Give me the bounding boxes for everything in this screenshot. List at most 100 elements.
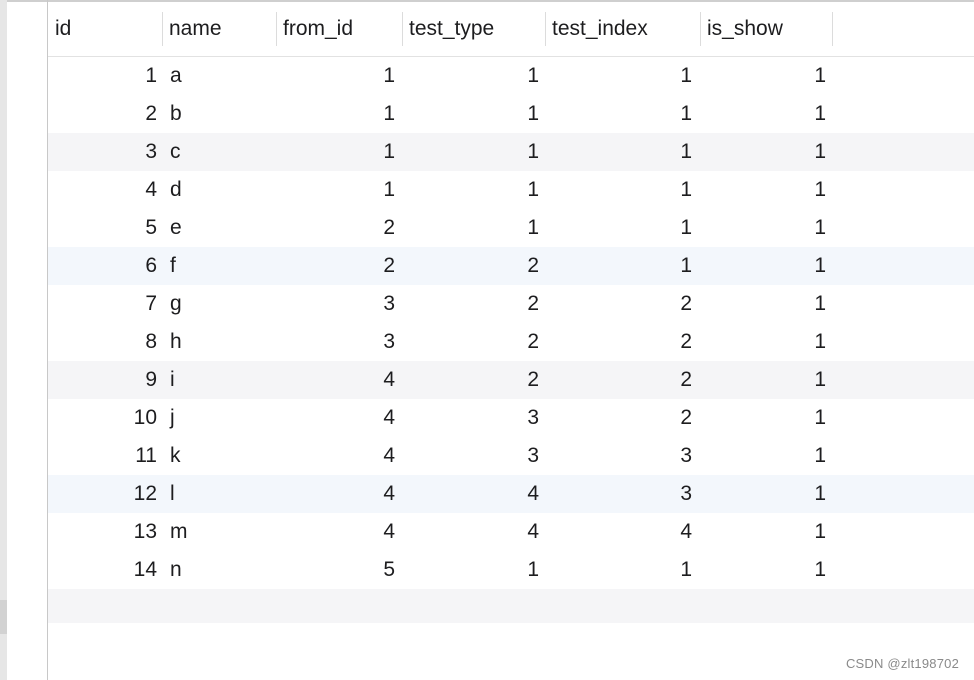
cell-test-index[interactable]: 1 xyxy=(545,209,692,247)
cell-test-index[interactable]: 2 xyxy=(545,361,692,399)
cell-name[interactable]: e xyxy=(163,209,273,247)
table-row[interactable]: 9 i 4 2 2 1 xyxy=(48,361,974,399)
cell-name[interactable]: m xyxy=(163,513,273,551)
cell-is-show[interactable]: 1 xyxy=(700,399,826,437)
cell-test-index[interactable]: 2 xyxy=(545,323,692,361)
cell-test-index[interactable]: 3 xyxy=(545,437,692,475)
cell-test-type[interactable]: 4 xyxy=(402,475,539,513)
column-header-test-index[interactable]: test_index xyxy=(545,12,700,46)
cell-test-type[interactable]: 3 xyxy=(402,437,539,475)
cell-from-id[interactable]: 4 xyxy=(276,513,395,551)
cell-is-show[interactable]: 1 xyxy=(700,323,826,361)
cell-from-id[interactable]: 4 xyxy=(276,437,395,475)
table-row[interactable]: 4 d 1 1 1 1 xyxy=(48,171,974,209)
cell-test-index[interactable]: 2 xyxy=(545,399,692,437)
cell-is-show[interactable]: 1 xyxy=(700,171,826,209)
table-row[interactable]: 3 c 1 1 1 1 xyxy=(48,133,974,171)
cell-from-id[interactable]: 4 xyxy=(276,361,395,399)
cell-test-index[interactable]: 1 xyxy=(545,247,692,285)
cell-id[interactable]: 2 xyxy=(48,95,157,133)
table-row[interactable]: 6 f 2 2 1 1 xyxy=(48,247,974,285)
cell-id[interactable]: 9 xyxy=(48,361,157,399)
cell-test-type[interactable]: 2 xyxy=(402,285,539,323)
cell-test-index[interactable]: 4 xyxy=(545,513,692,551)
cell-test-type[interactable]: 1 xyxy=(402,209,539,247)
cell-is-show[interactable]: 1 xyxy=(700,437,826,475)
cell-is-show[interactable]: 1 xyxy=(700,57,826,95)
cell-name[interactable]: h xyxy=(163,323,273,361)
cell-is-show[interactable]: 1 xyxy=(700,475,826,513)
new-row-placeholder[interactable] xyxy=(48,589,974,623)
table-row[interactable]: 2 b 1 1 1 1 xyxy=(48,95,974,133)
cell-is-show[interactable]: 1 xyxy=(700,133,826,171)
table-row[interactable]: 1 a 1 1 1 1 xyxy=(48,57,974,95)
cell-from-id[interactable]: 3 xyxy=(276,285,395,323)
cell-id[interactable]: 14 xyxy=(48,551,157,589)
cell-from-id[interactable]: 1 xyxy=(276,171,395,209)
cell-id[interactable]: 13 xyxy=(48,513,157,551)
cell-test-index[interactable]: 1 xyxy=(545,95,692,133)
cell-is-show[interactable]: 1 xyxy=(700,551,826,589)
cell-from-id[interactable]: 2 xyxy=(276,209,395,247)
column-header-id[interactable]: id xyxy=(48,12,162,46)
cell-from-id[interactable]: 1 xyxy=(276,95,395,133)
table-row[interactable]: 8 h 3 2 2 1 xyxy=(48,323,974,361)
cell-test-type[interactable]: 1 xyxy=(402,551,539,589)
cell-test-type[interactable]: 1 xyxy=(402,95,539,133)
cell-is-show[interactable]: 1 xyxy=(700,513,826,551)
cell-is-show[interactable]: 1 xyxy=(700,361,826,399)
cell-is-show[interactable]: 1 xyxy=(700,247,826,285)
cell-test-type[interactable]: 1 xyxy=(402,133,539,171)
cell-test-type[interactable]: 1 xyxy=(402,57,539,95)
cell-test-type[interactable]: 2 xyxy=(402,247,539,285)
cell-id[interactable]: 4 xyxy=(48,171,157,209)
cell-test-index[interactable]: 1 xyxy=(545,133,692,171)
cell-id[interactable]: 10 xyxy=(48,399,157,437)
column-header-name[interactable]: name xyxy=(162,12,275,46)
cell-name[interactable]: g xyxy=(163,285,273,323)
cell-test-index[interactable]: 3 xyxy=(545,475,692,513)
table-row[interactable]: 12 l 4 4 3 1 xyxy=(48,475,974,513)
column-resize-handle[interactable] xyxy=(832,12,833,46)
cell-id[interactable]: 6 xyxy=(48,247,157,285)
column-header-is-show[interactable]: is_show xyxy=(700,12,832,46)
cell-name[interactable]: n xyxy=(163,551,273,589)
column-header-test-type[interactable]: test_type xyxy=(402,12,545,46)
cell-name[interactable]: c xyxy=(163,133,273,171)
cell-from-id[interactable]: 3 xyxy=(276,323,395,361)
cell-test-index[interactable]: 2 xyxy=(545,285,692,323)
cell-id[interactable]: 7 xyxy=(48,285,157,323)
cell-test-type[interactable]: 2 xyxy=(402,361,539,399)
cell-name[interactable]: b xyxy=(163,95,273,133)
table-row[interactable]: 14 n 5 1 1 1 xyxy=(48,551,974,589)
table-row[interactable]: 13 m 4 4 4 1 xyxy=(48,513,974,551)
table-row[interactable]: 10 j 4 3 2 1 xyxy=(48,399,974,437)
cell-from-id[interactable]: 1 xyxy=(276,57,395,95)
cell-test-type[interactable]: 4 xyxy=(402,513,539,551)
cell-is-show[interactable]: 1 xyxy=(700,285,826,323)
cell-name[interactable]: j xyxy=(163,399,273,437)
cell-name[interactable]: k xyxy=(163,437,273,475)
cell-test-index[interactable]: 1 xyxy=(545,57,692,95)
cell-from-id[interactable]: 4 xyxy=(276,475,395,513)
cell-from-id[interactable]: 4 xyxy=(276,399,395,437)
table-row[interactable]: 11 k 4 3 3 1 xyxy=(48,437,974,475)
cell-name[interactable]: a xyxy=(163,57,273,95)
cell-test-type[interactable]: 1 xyxy=(402,171,539,209)
cell-id[interactable]: 5 xyxy=(48,209,157,247)
cell-name[interactable]: d xyxy=(163,171,273,209)
cell-id[interactable]: 12 xyxy=(48,475,157,513)
table-row[interactable]: 7 g 3 2 2 1 xyxy=(48,285,974,323)
table-row[interactable]: 5 e 2 1 1 1 xyxy=(48,209,974,247)
cell-test-type[interactable]: 2 xyxy=(402,323,539,361)
cell-test-type[interactable]: 3 xyxy=(402,399,539,437)
cell-name[interactable]: f xyxy=(163,247,273,285)
cell-test-index[interactable]: 1 xyxy=(545,551,692,589)
cell-id[interactable]: 11 xyxy=(48,437,157,475)
cell-id[interactable]: 1 xyxy=(48,57,157,95)
cell-id[interactable]: 3 xyxy=(48,133,157,171)
cell-from-id[interactable]: 5 xyxy=(276,551,395,589)
cell-is-show[interactable]: 1 xyxy=(700,209,826,247)
cell-from-id[interactable]: 2 xyxy=(276,247,395,285)
cell-is-show[interactable]: 1 xyxy=(700,95,826,133)
